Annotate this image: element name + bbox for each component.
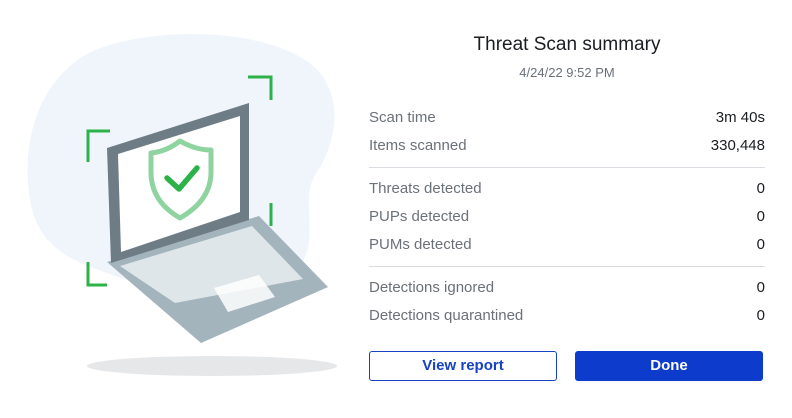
scan-complete-illustration [0, 0, 360, 413]
stat-row-threats-detected: Threats detected 0 [369, 180, 765, 202]
divider [369, 167, 765, 168]
scan-summary-panel: Threat Scan summary 4/24/22 9:52 PM Scan… [369, 0, 765, 413]
stat-label: Detections quarantined [369, 307, 524, 324]
stat-value: 0 [756, 208, 765, 225]
stat-label: Detections ignored [369, 279, 495, 296]
stat-label: Scan time [369, 109, 436, 126]
stat-label: Threats detected [369, 180, 482, 197]
laptop-shield-check-icon [27, 33, 337, 376]
stat-label: PUPs detected [369, 208, 470, 225]
view-report-button[interactable]: View report [369, 351, 557, 381]
stat-value: 0 [756, 279, 765, 296]
stat-row-scan-time: Scan time 3m 40s [369, 109, 765, 131]
stat-row-items-scanned: Items scanned 330,448 [369, 137, 765, 159]
stat-value: 330,448 [710, 137, 765, 154]
stat-row-detections-quarantined: Detections quarantined 0 [369, 307, 765, 329]
stat-row-detections-ignored: Detections ignored 0 [369, 279, 765, 301]
stat-value: 0 [756, 180, 765, 197]
stat-label: Items scanned [369, 137, 467, 154]
divider [369, 266, 765, 267]
stat-value: 0 [756, 307, 765, 324]
stat-value: 3m 40s [715, 109, 765, 126]
scan-timestamp: 4/24/22 9:52 PM [519, 65, 615, 80]
stat-label: PUMs detected [369, 236, 472, 253]
done-button[interactable]: Done [575, 351, 763, 381]
stat-row-pups-detected: PUPs detected 0 [369, 208, 765, 230]
stat-value: 0 [756, 236, 765, 253]
summary-title: Threat Scan summary [473, 34, 661, 55]
stat-row-pums-detected: PUMs detected 0 [369, 236, 765, 258]
